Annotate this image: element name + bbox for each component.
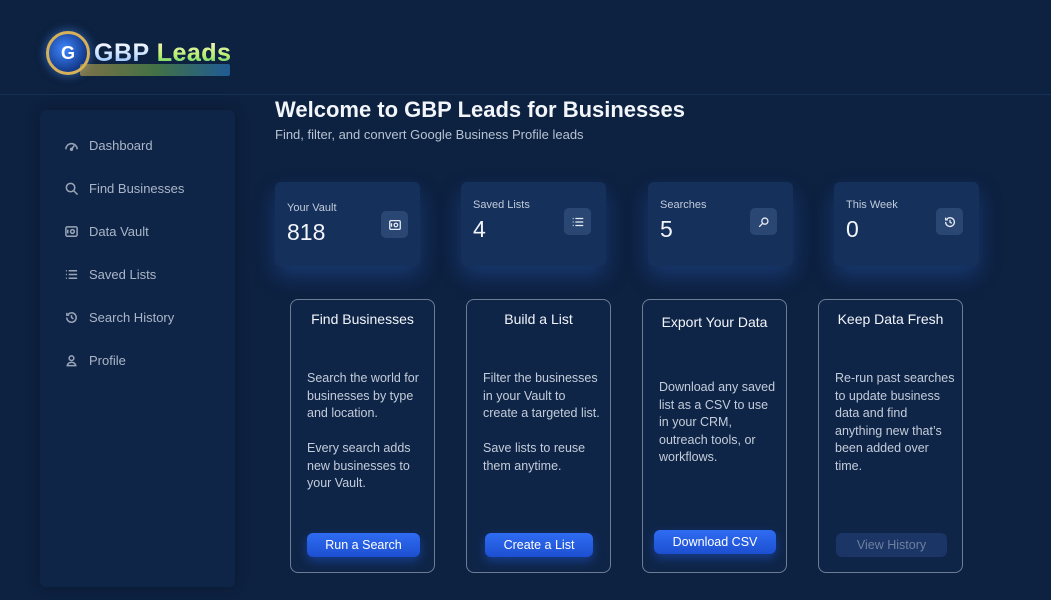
sidebar-item-label: Dashboard [89,137,153,153]
stat-card-saved-lists: Saved Lists 4 [461,182,606,266]
stat-card-searches: Searches 5 [648,182,793,266]
card-description: Filter the businesses in your Vault to c… [483,371,600,473]
card-build-list: Build a List Filter the businesses in yo… [466,299,611,573]
sidebar-item-label: Find Businesses [89,180,185,196]
vault-icon [62,222,80,240]
sidebar-item-data-vault[interactable]: Data Vault [62,219,149,243]
list-icon [62,265,80,283]
history-icon [62,308,80,326]
card-find-businesses: Find Businesses Search the world for bus… [290,299,435,573]
stat-card-vault: Your Vault 818 [275,182,420,266]
sidebar-item-saved-lists[interactable]: Saved Lists [62,262,156,286]
card-description: Search the world for businesses by type … [307,371,419,490]
search-icon [750,208,777,235]
logo-accent-text: Leads [156,38,232,67]
card-title: Keep Data Fresh [837,311,944,327]
card-description: Re-run past searches to update business … [835,371,955,473]
logo-main-text: GBP [94,38,150,67]
card-keep-data-fresh: Keep Data Fresh Re-run past searches to … [818,299,963,573]
stat-card-this-week: This Week 0 [834,182,979,266]
user-icon [62,351,80,369]
stat-label: This Week [846,199,898,211]
stat-value: 0 [846,216,859,242]
sidebar: Dashboard Find Businesses Data Vault Sav… [40,110,235,587]
sidebar-item-label: Profile [89,352,126,368]
sidebar-item-label: Saved Lists [89,266,157,282]
run-search-button[interactable]: Run a Search [307,533,420,557]
create-list-button[interactable]: Create a List [485,533,593,557]
logo-ribbon [80,64,230,76]
stat-value: 5 [660,216,673,242]
page-title: Welcome to GBP Leads for Businesses [275,97,685,122]
page-subtitle: Find, filter, and convert Google Busines… [275,127,584,142]
card-title: Export Your Data [661,314,768,330]
sidebar-item-profile[interactable]: Profile [62,348,126,372]
download-csv-button[interactable]: Download CSV [654,530,776,554]
sidebar-item-label: Search History [89,309,175,325]
card-export-data: Export Your Data Download any saved list… [642,299,787,573]
vault-icon [381,211,408,238]
sidebar-item-label: Data Vault [89,223,149,239]
dashboard-gauge-icon [62,136,80,154]
stat-label: Your Vault [287,202,337,214]
app-logo[interactable]: G GBP Leads [46,26,238,80]
search-icon [62,179,80,197]
card-title: Build a List [504,311,573,327]
sidebar-item-find-businesses[interactable]: Find Businesses [62,176,184,200]
stat-value: 4 [473,216,486,242]
card-title: Find Businesses [311,311,414,327]
list-icon [564,208,591,235]
sidebar-item-search-history[interactable]: Search History [62,305,174,329]
stat-value: 818 [287,219,326,245]
sidebar-item-dashboard[interactable]: Dashboard [62,133,153,157]
history-icon [936,208,963,235]
stat-label: Saved Lists [473,199,530,211]
stat-label: Searches [660,199,707,211]
card-description: Download any saved list as a CSV to use … [659,380,776,464]
top-bar: G GBP Leads [0,0,1051,95]
view-history-button[interactable]: View History [836,533,947,557]
